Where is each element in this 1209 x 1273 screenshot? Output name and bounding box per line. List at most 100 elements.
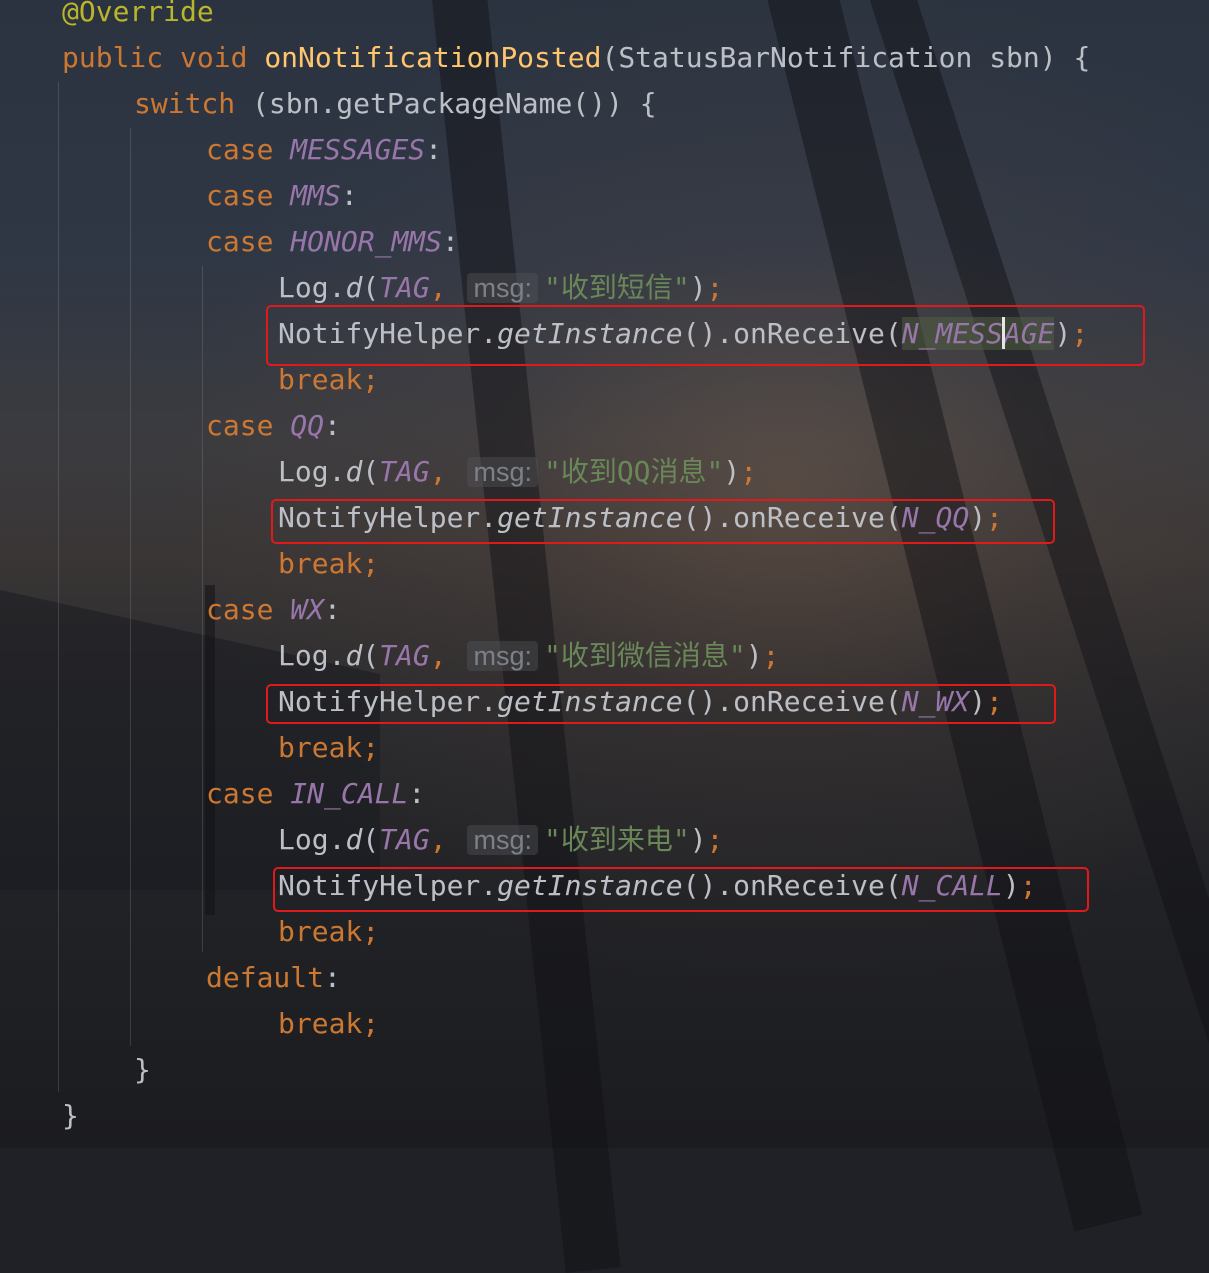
semicolon: ;	[362, 363, 380, 396]
keyword: case	[206, 777, 274, 810]
constant: HONOR_MMS	[290, 225, 443, 258]
constant: MESSAGES	[290, 133, 426, 166]
code-line[interactable]: default:	[206, 955, 341, 1001]
parameter-hint: msg:	[467, 273, 538, 303]
code-line[interactable]: case QQ:	[206, 403, 341, 449]
method-params: (StatusBarNotification sbn) {	[601, 41, 1091, 74]
closing-brace: }	[134, 1053, 151, 1086]
keyword: break	[278, 731, 363, 764]
log-class: Log.	[278, 639, 346, 672]
keyword: break	[278, 1007, 363, 1040]
code-line[interactable]: Log.d(TAG, msg: "收到来电");	[278, 817, 723, 863]
method-name: onNotificationPosted	[264, 41, 602, 74]
log-method: d	[345, 271, 363, 304]
paren: )	[723, 455, 741, 488]
switch-expression: (sbn.getPackageName()) {	[235, 87, 657, 120]
indent-guide	[58, 82, 59, 1092]
log-method: d	[345, 455, 363, 488]
semicolon: ;	[762, 639, 780, 672]
constant: TAG	[379, 271, 430, 304]
keyword: void	[180, 41, 248, 74]
comma: ,	[429, 823, 447, 856]
log-method: d	[345, 639, 363, 672]
paren: (	[362, 271, 380, 304]
code-line[interactable]: break;	[278, 541, 379, 587]
keyword: default	[206, 961, 325, 994]
constant: WX	[290, 593, 325, 626]
annotation: @Override	[62, 0, 214, 28]
comma: ,	[429, 271, 447, 304]
colon: :	[324, 961, 341, 994]
paren: )	[745, 639, 763, 672]
highlight-box	[266, 684, 1056, 724]
comma: ,	[429, 639, 447, 672]
semicolon: ;	[362, 547, 380, 580]
code-line[interactable]: public void onNotificationPosted(StatusB…	[62, 35, 1090, 81]
code-line[interactable]: case HONOR_MMS:	[206, 219, 459, 265]
colon: :	[425, 133, 443, 166]
keyword: case	[206, 409, 274, 442]
highlight-box	[271, 499, 1055, 544]
colon: :	[442, 225, 459, 258]
semicolon: ;	[362, 915, 380, 948]
string-literal: "收到来电"	[543, 823, 690, 856]
code-line[interactable]: case MMS:	[206, 173, 358, 219]
constant: MMS	[290, 179, 341, 212]
code-line[interactable]: Log.d(TAG, msg: "收到QQ消息");	[278, 449, 757, 495]
constant: TAG	[379, 823, 430, 856]
paren: (	[362, 823, 380, 856]
colon: :	[408, 777, 426, 810]
keyword: case	[206, 593, 274, 626]
code-line[interactable]: break;	[278, 1001, 379, 1047]
code-line[interactable]: break;	[278, 909, 379, 955]
paren: )	[689, 823, 707, 856]
code-line[interactable]: break;	[278, 725, 379, 771]
semicolon: ;	[706, 823, 724, 856]
code-line[interactable]: Log.d(TAG, msg: "收到微信消息");	[278, 633, 779, 679]
indent-guide	[130, 128, 131, 1046]
code-editor[interactable]: @Override public void onNotificationPost…	[0, 0, 1209, 1148]
code-line[interactable]: }	[62, 1093, 79, 1139]
code-line[interactable]: case WX:	[206, 587, 341, 633]
highlight-box	[273, 867, 1089, 912]
code-line[interactable]: switch (sbn.getPackageName()) {	[134, 81, 657, 127]
code-line[interactable]: @Override	[62, 0, 214, 35]
constant: QQ	[290, 409, 325, 442]
colon: :	[324, 593, 341, 626]
paren: (	[362, 639, 380, 672]
keyword: case	[206, 225, 274, 258]
paren: (	[362, 455, 380, 488]
code-line[interactable]: }	[134, 1047, 151, 1093]
semicolon: ;	[362, 731, 380, 764]
parameter-hint: msg:	[467, 641, 538, 671]
constant: TAG	[379, 639, 430, 672]
semicolon: ;	[706, 271, 724, 304]
colon: :	[340, 179, 358, 212]
keyword: break	[278, 363, 363, 396]
code-line[interactable]: case IN_CALL:	[206, 771, 425, 817]
keyword: case	[206, 133, 274, 166]
keyword: break	[278, 915, 363, 948]
string-literal: "收到QQ消息"	[543, 455, 724, 488]
code-line[interactable]: case MESSAGES:	[206, 127, 442, 173]
keyword: public	[62, 41, 164, 74]
log-class: Log.	[278, 455, 346, 488]
string-literal: "收到短信"	[543, 271, 690, 304]
semicolon: ;	[740, 455, 758, 488]
keyword: case	[206, 179, 274, 212]
indent-guide	[202, 266, 203, 952]
string-literal: "收到微信消息"	[543, 639, 746, 672]
closing-brace: }	[62, 1099, 79, 1132]
keyword: switch	[134, 87, 236, 120]
constant: IN_CALL	[290, 777, 409, 810]
log-class: Log.	[278, 271, 346, 304]
constant: TAG	[379, 455, 430, 488]
keyword: break	[278, 547, 363, 580]
log-method: d	[345, 823, 363, 856]
parameter-hint: msg:	[467, 825, 538, 855]
comma: ,	[429, 455, 447, 488]
parameter-hint: msg:	[467, 457, 538, 487]
log-class: Log.	[278, 823, 346, 856]
highlight-box	[266, 305, 1145, 366]
paren: )	[689, 271, 707, 304]
